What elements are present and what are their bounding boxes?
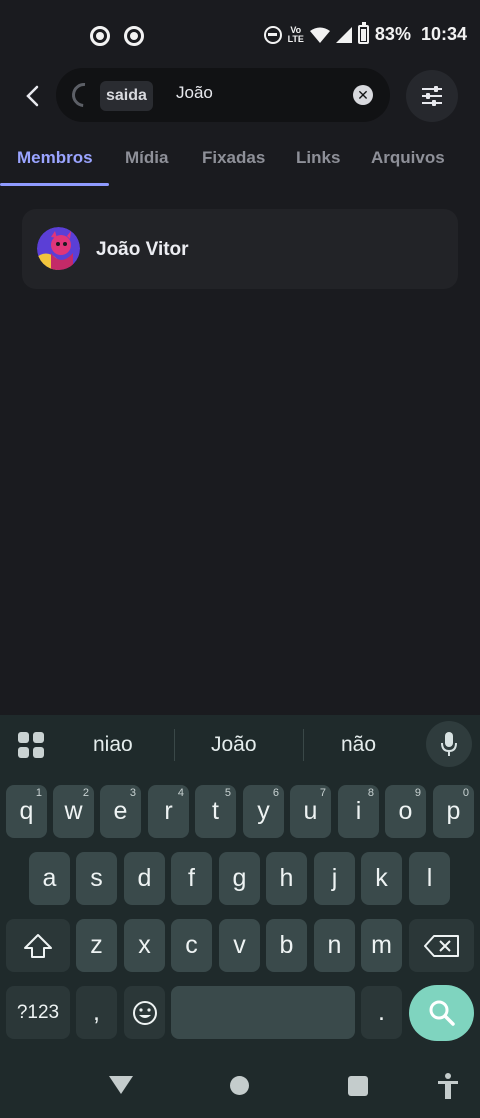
key-v[interactable]: v — [219, 919, 260, 972]
battery-level: 83% — [374, 24, 411, 44]
microphone-icon — [441, 732, 457, 756]
tab-pinned[interactable]: Fixadas — [202, 148, 265, 168]
key-g[interactable]: g — [219, 852, 260, 905]
comma-key[interactable]: , — [76, 986, 117, 1039]
back-button[interactable] — [14, 78, 50, 114]
key-q[interactable]: q1 — [6, 785, 47, 838]
suggestion-divider — [174, 729, 175, 761]
suggestion-1[interactable]: niao — [93, 733, 133, 757]
key-t[interactable]: t5 — [195, 785, 236, 838]
emoji-key[interactable] — [124, 986, 165, 1039]
status-bar: Vo LTE 83% 10:34 — [0, 0, 480, 72]
search-bar[interactable]: saida João ✕ — [56, 68, 390, 122]
nav-recents-icon[interactable] — [348, 1076, 368, 1096]
battery-icon — [357, 22, 369, 44]
key-p[interactable]: p0 — [433, 785, 474, 838]
voice-input-button[interactable] — [426, 721, 472, 767]
nav-home-icon[interactable] — [230, 1076, 249, 1095]
clear-search-button[interactable]: ✕ — [353, 85, 373, 105]
wifi-icon — [309, 27, 330, 43]
backspace-icon — [423, 934, 459, 957]
suggestion-3[interactable]: não — [341, 733, 376, 757]
key-b[interactable]: b — [266, 919, 307, 972]
chevron-left-icon — [26, 85, 39, 107]
search-filters-button[interactable] — [406, 70, 458, 122]
shift-icon — [24, 933, 52, 958]
keyboard-suggestion-bar: niao João não — [0, 715, 480, 775]
symbols-key[interactable]: ?123 — [6, 986, 70, 1039]
key-w[interactable]: w2 — [53, 785, 94, 838]
suggestion-2[interactable]: João — [211, 733, 257, 757]
system-navigation-bar — [0, 1052, 480, 1118]
search-icon — [429, 1000, 455, 1026]
volte-icon: Vo LTE — [287, 24, 304, 44]
search-filter-chip[interactable]: saida — [100, 81, 153, 111]
loading-spinner-icon — [67, 78, 101, 112]
key-f[interactable]: f — [171, 852, 212, 905]
signal-icon — [335, 26, 352, 43]
accessibility-icon[interactable] — [436, 1072, 460, 1100]
key-h[interactable]: h — [266, 852, 307, 905]
backspace-key[interactable] — [409, 919, 474, 972]
search-input[interactable]: João — [176, 83, 213, 103]
search-tabs: Membros Mídia Fixadas Links Arquivos — [0, 140, 480, 186]
key-i[interactable]: i8 — [338, 785, 379, 838]
clock: 10:34 — [420, 24, 467, 44]
tab-media[interactable]: Mídia — [125, 148, 168, 168]
key-u[interactable]: u7 — [290, 785, 331, 838]
key-x[interactable]: x — [124, 919, 165, 972]
period-key[interactable]: . — [361, 986, 402, 1039]
key-z[interactable]: z — [76, 919, 117, 972]
tab-links[interactable]: Links — [296, 148, 340, 168]
member-result-item[interactable]: João Vitor — [22, 209, 458, 289]
nav-back-icon[interactable] — [109, 1076, 133, 1094]
key-c[interactable]: c — [171, 919, 212, 972]
emoji-icon — [132, 1000, 157, 1025]
member-name: João Vitor — [96, 239, 189, 260]
key-a[interactable]: a — [29, 852, 70, 905]
tab-files[interactable]: Arquivos — [371, 148, 445, 168]
active-tab-indicator — [0, 183, 109, 186]
key-s[interactable]: s — [76, 852, 117, 905]
key-n[interactable]: n — [314, 919, 355, 972]
key-r[interactable]: r4 — [148, 785, 189, 838]
key-m[interactable]: m — [361, 919, 402, 972]
key-e[interactable]: e3 — [100, 785, 141, 838]
space-key[interactable] — [171, 986, 355, 1039]
screen-record-icon — [124, 26, 144, 46]
key-j[interactable]: j — [314, 852, 355, 905]
key-d[interactable]: d — [124, 852, 165, 905]
key-k[interactable]: k — [361, 852, 402, 905]
key-l[interactable]: l — [409, 852, 450, 905]
keyboard-apps-grid-icon[interactable] — [18, 732, 44, 758]
search-key[interactable] — [409, 985, 474, 1041]
suggestion-divider — [303, 729, 304, 761]
avatar — [37, 227, 80, 270]
do-not-disturb-icon — [263, 25, 282, 44]
shift-key[interactable] — [6, 919, 70, 972]
tab-members[interactable]: Membros — [17, 148, 93, 168]
screen-record-icon — [90, 26, 110, 46]
key-o[interactable]: o9 — [385, 785, 426, 838]
sliders-icon — [422, 86, 442, 106]
key-y[interactable]: y6 — [243, 785, 284, 838]
